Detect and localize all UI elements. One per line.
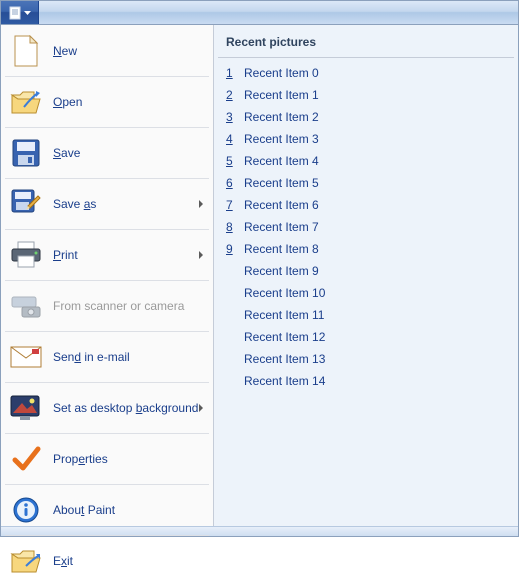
recent-item-label: Recent Item 7 bbox=[244, 220, 506, 234]
recent-item-label: Recent Item 14 bbox=[244, 374, 506, 388]
document-icon bbox=[9, 6, 21, 20]
menu-separator bbox=[5, 178, 209, 179]
recent-item-label: Recent Item 9 bbox=[244, 264, 506, 278]
menu-item-save-as[interactable]: Save as bbox=[1, 180, 213, 228]
recent-item[interactable]: Recent Item 14 bbox=[218, 370, 514, 392]
recent-item-label: Recent Item 11 bbox=[244, 308, 506, 322]
menu-label: From scanner or camera bbox=[53, 299, 205, 313]
menu-item-print[interactable]: Print bbox=[1, 231, 213, 279]
recent-item-label: Recent Item 0 bbox=[244, 66, 506, 80]
recent-item-number: 9 bbox=[226, 242, 244, 256]
recent-header: Recent pictures bbox=[218, 33, 514, 58]
new-file-icon bbox=[9, 34, 43, 68]
info-icon bbox=[9, 493, 43, 527]
menu-separator bbox=[5, 229, 209, 230]
recent-item-label: Recent Item 12 bbox=[244, 330, 506, 344]
recent-item-label: Recent Item 10 bbox=[244, 286, 506, 300]
menu-label: Send in e-mail bbox=[53, 350, 205, 364]
recent-item-label: Recent Item 8 bbox=[244, 242, 506, 256]
menu-item-open[interactable]: Open bbox=[1, 78, 213, 126]
recent-item[interactable]: 5Recent Item 4 bbox=[218, 150, 514, 172]
menu-item-wallpaper[interactable]: Set as desktop background bbox=[1, 384, 213, 432]
scanner-camera-icon bbox=[9, 289, 43, 323]
checkmark-icon bbox=[9, 442, 43, 476]
menu-separator bbox=[5, 280, 209, 281]
printer-icon bbox=[9, 238, 43, 272]
menu-item-properties[interactable]: Properties bbox=[1, 435, 213, 483]
menu-left-column: New Open bbox=[1, 25, 214, 526]
menu-label: About Paint bbox=[53, 503, 205, 517]
recent-item[interactable]: 7Recent Item 6 bbox=[218, 194, 514, 216]
menu-separator bbox=[5, 535, 209, 536]
menu-item-save[interactable]: Save bbox=[1, 129, 213, 177]
menu-separator bbox=[5, 331, 209, 332]
submenu-arrow-icon bbox=[199, 200, 203, 208]
exit-folder-icon bbox=[9, 544, 43, 578]
recent-item[interactable]: 9Recent Item 8 bbox=[218, 238, 514, 260]
recent-item[interactable]: Recent Item 11 bbox=[218, 304, 514, 326]
open-folder-icon bbox=[9, 85, 43, 119]
recent-item[interactable]: Recent Item 9 bbox=[218, 260, 514, 282]
dropdown-arrow-icon bbox=[24, 11, 31, 15]
recent-panel: Recent pictures 1Recent Item 02Recent It… bbox=[214, 25, 518, 526]
app-menu-button[interactable] bbox=[1, 1, 39, 24]
menu-label: Save as bbox=[53, 197, 199, 211]
menu-separator bbox=[5, 433, 209, 434]
recent-item-label: Recent Item 6 bbox=[244, 198, 506, 212]
recent-item-number: 4 bbox=[226, 132, 244, 146]
menu-label: Exit bbox=[53, 554, 205, 568]
recent-item[interactable]: 8Recent Item 7 bbox=[218, 216, 514, 238]
recent-item-number: 1 bbox=[226, 66, 244, 80]
recent-item[interactable]: Recent Item 13 bbox=[218, 348, 514, 370]
save-floppy-icon bbox=[9, 136, 43, 170]
recent-item-number: 7 bbox=[226, 198, 244, 212]
menu-label: Save bbox=[53, 146, 205, 160]
recent-item-label: Recent Item 4 bbox=[244, 154, 506, 168]
menu-label: Set as desktop background bbox=[53, 401, 199, 415]
menu-separator bbox=[5, 484, 209, 485]
menu-label: New bbox=[53, 44, 205, 58]
submenu-arrow-icon bbox=[199, 404, 203, 412]
recent-item-number: 6 bbox=[226, 176, 244, 190]
menu-separator bbox=[5, 76, 209, 77]
email-icon bbox=[9, 340, 43, 374]
recent-item[interactable]: 2Recent Item 1 bbox=[218, 84, 514, 106]
recent-item[interactable]: Recent Item 12 bbox=[218, 326, 514, 348]
menu-item-scanner: From scanner or camera bbox=[1, 282, 213, 330]
menu-item-email[interactable]: Send in e-mail bbox=[1, 333, 213, 381]
recent-item[interactable]: 1Recent Item 0 bbox=[218, 62, 514, 84]
recent-item-label: Recent Item 1 bbox=[244, 88, 506, 102]
menu-item-exit[interactable]: Exit bbox=[1, 537, 213, 585]
menu-item-about[interactable]: About Paint bbox=[1, 486, 213, 534]
recent-item-label: Recent Item 5 bbox=[244, 176, 506, 190]
recent-item-label: Recent Item 3 bbox=[244, 132, 506, 146]
recent-item-number: 8 bbox=[226, 220, 244, 234]
recent-item-number: 5 bbox=[226, 154, 244, 168]
desktop-background-icon bbox=[9, 391, 43, 425]
save-as-icon bbox=[9, 187, 43, 221]
recent-item-label: Recent Item 2 bbox=[244, 110, 506, 124]
menu-separator bbox=[5, 382, 209, 383]
recent-list: 1Recent Item 02Recent Item 13Recent Item… bbox=[218, 62, 514, 392]
title-bar bbox=[1, 1, 518, 25]
recent-item[interactable]: 3Recent Item 2 bbox=[218, 106, 514, 128]
recent-item[interactable]: Recent Item 10 bbox=[218, 282, 514, 304]
menu-label: Open bbox=[53, 95, 205, 109]
menu-label: Properties bbox=[53, 452, 205, 466]
menu-separator bbox=[5, 127, 209, 128]
menu-label: Print bbox=[53, 248, 199, 262]
recent-item-label: Recent Item 13 bbox=[244, 352, 506, 366]
recent-item[interactable]: 4Recent Item 3 bbox=[218, 128, 514, 150]
recent-item-number: 2 bbox=[226, 88, 244, 102]
recent-item-number: 3 bbox=[226, 110, 244, 124]
menu-item-new[interactable]: New bbox=[1, 27, 213, 75]
app-menu-panel: New Open bbox=[1, 25, 518, 526]
recent-item[interactable]: 6Recent Item 5 bbox=[218, 172, 514, 194]
submenu-arrow-icon bbox=[199, 251, 203, 259]
